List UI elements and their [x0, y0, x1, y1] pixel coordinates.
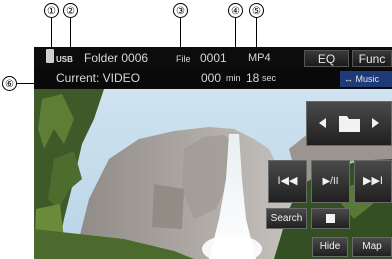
usb-icon: [46, 49, 54, 63]
callout-3: ③: [173, 3, 188, 18]
file-number: 0001: [200, 51, 227, 65]
source-label: USB: [56, 55, 73, 64]
status-bar: USB Folder 0006 File 0001 MP4 EQ Func: [34, 47, 392, 69]
music-tab[interactable]: ↔ Music: [340, 71, 392, 87]
func-button[interactable]: Func: [352, 50, 392, 67]
callout-1: ①: [44, 3, 59, 18]
search-button[interactable]: Search: [266, 208, 307, 229]
info-bar: Current: VIDEO 000 min 18 sec ↔ Music: [34, 69, 392, 89]
callout-4: ④: [228, 3, 243, 18]
callout-6: ⑥: [2, 76, 17, 91]
play-pause-button[interactable]: ▶/II: [311, 160, 350, 203]
callout-5: ⑤: [249, 3, 264, 18]
seconds-unit: sec: [262, 73, 277, 83]
minutes-unit: min: [226, 73, 241, 83]
format-label: MP4: [248, 52, 271, 64]
file-label: File: [176, 54, 191, 64]
leader-line-5: [256, 18, 257, 48]
stop-icon: [326, 214, 335, 223]
av-screen: USB Folder 0006 File 0001 MP4 EQ Func Cu…: [34, 47, 392, 259]
previous-track-button[interactable]: I◀◀: [268, 160, 307, 203]
play-time-seconds: 18: [246, 71, 260, 85]
callout-2: ②: [63, 3, 78, 18]
hide-button[interactable]: Hide: [312, 237, 348, 257]
folder-label: Folder 0006: [84, 51, 149, 65]
eq-button[interactable]: EQ: [304, 50, 349, 67]
folder-navigation[interactable]: [306, 101, 392, 146]
stop-button[interactable]: [311, 208, 350, 229]
leader-line-3: [180, 18, 181, 48]
folder-nav-icon: [319, 116, 379, 132]
current-source-label: Current: VIDEO: [56, 71, 141, 85]
next-track-button[interactable]: ▶▶I: [354, 160, 392, 203]
map-button[interactable]: Map: [352, 237, 392, 257]
play-time-minutes: 000: [201, 71, 222, 85]
